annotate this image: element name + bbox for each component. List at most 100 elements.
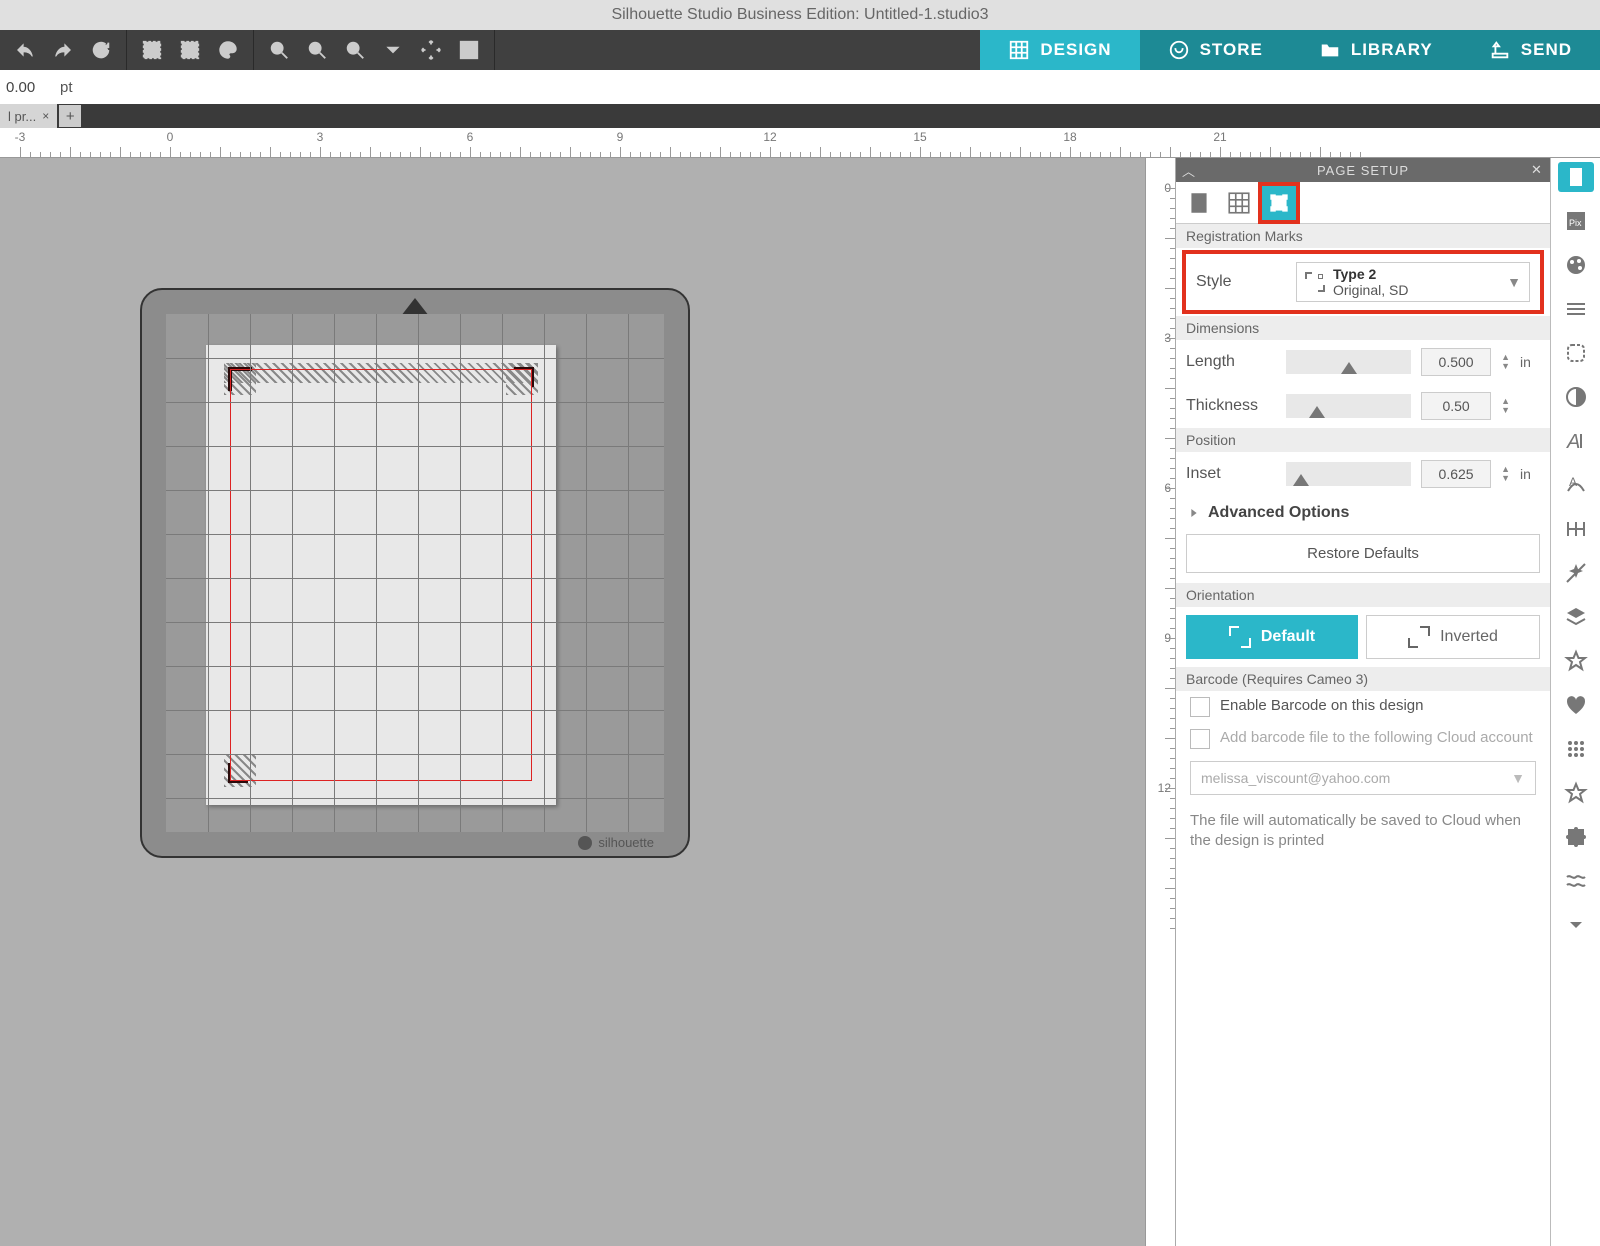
enable-barcode-checkbox[interactable] bbox=[1190, 697, 1210, 717]
svg-text:A: A bbox=[1569, 475, 1577, 489]
mat-grid bbox=[166, 314, 664, 832]
panel-close-icon[interactable]: ✕ bbox=[1524, 162, 1550, 178]
fill-palette-icon[interactable] bbox=[1558, 250, 1594, 280]
undo-icon[interactable] bbox=[12, 37, 38, 63]
inset-input[interactable] bbox=[1421, 460, 1491, 488]
panel-tab-page[interactable] bbox=[1182, 186, 1216, 220]
thickness-input[interactable] bbox=[1421, 392, 1491, 420]
orientation-inverted-icon bbox=[1408, 626, 1430, 648]
trace-icon[interactable] bbox=[1558, 338, 1594, 368]
tab-store[interactable]: STORE bbox=[1140, 30, 1291, 70]
cutting-mat: silhouette bbox=[140, 288, 690, 858]
inset-unit: in bbox=[1520, 466, 1540, 482]
select-all-icon[interactable] bbox=[139, 37, 165, 63]
section-position: Position bbox=[1176, 428, 1550, 452]
property-toolbar: pt bbox=[0, 70, 1600, 104]
workspace: silhouette 036912 ︿ PAGE SETUP ✕ Registr… bbox=[0, 158, 1600, 1246]
star-outline-icon[interactable] bbox=[1558, 646, 1594, 676]
svg-text:Pix: Pix bbox=[1569, 218, 1582, 228]
tab-design-label: DESIGN bbox=[1040, 40, 1111, 60]
length-spinner[interactable]: ▲▼ bbox=[1501, 353, 1510, 371]
panel-tab-grid[interactable] bbox=[1222, 186, 1256, 220]
page[interactable] bbox=[206, 345, 556, 805]
regmark-type-icon bbox=[1305, 272, 1325, 292]
section-orientation: Orientation bbox=[1176, 583, 1550, 607]
text-path-icon[interactable]: A bbox=[1558, 470, 1594, 500]
align-icon[interactable] bbox=[1558, 514, 1594, 544]
style-value-title: Type 2 bbox=[1333, 266, 1408, 282]
thickness-spinner[interactable]: ▲▼ bbox=[1501, 397, 1510, 415]
deselect-icon[interactable] bbox=[177, 37, 203, 63]
brand-dot-icon bbox=[578, 836, 592, 850]
page-setup-icon[interactable] bbox=[1558, 162, 1594, 192]
folder-icon bbox=[1319, 39, 1341, 61]
zoom-dropdown-icon[interactable] bbox=[380, 37, 406, 63]
mat-brand: silhouette bbox=[578, 835, 654, 850]
layers-icon[interactable] bbox=[1558, 602, 1594, 632]
redo-icon[interactable] bbox=[50, 37, 76, 63]
star-favorite-icon[interactable] bbox=[1558, 778, 1594, 808]
tab-design[interactable]: DESIGN bbox=[980, 30, 1139, 70]
add-tab-button[interactable]: + bbox=[59, 105, 81, 127]
line-style-icon[interactable] bbox=[1558, 294, 1594, 324]
contrast-icon[interactable] bbox=[1558, 382, 1594, 412]
panel-title: PAGE SETUP bbox=[1202, 163, 1524, 178]
scroll-down-icon[interactable] bbox=[1558, 910, 1594, 940]
refresh-icon[interactable] bbox=[88, 37, 114, 63]
section-barcode: Barcode (Requires Cameo 3) bbox=[1176, 667, 1550, 691]
advanced-options-toggle[interactable]: Advanced Options bbox=[1176, 496, 1550, 530]
stroke-width-input[interactable] bbox=[6, 79, 54, 96]
restore-defaults-button[interactable]: Restore Defaults bbox=[1186, 534, 1540, 573]
main-toolbar: DESIGN STORE LIBRARY SEND bbox=[0, 30, 1600, 70]
close-tab-icon[interactable]: × bbox=[42, 109, 49, 123]
text-style-icon[interactable]: A bbox=[1558, 426, 1594, 456]
thickness-slider[interactable] bbox=[1286, 394, 1411, 418]
inset-spinner[interactable]: ▲▼ bbox=[1501, 465, 1510, 483]
canvas-area[interactable]: silhouette bbox=[0, 158, 1175, 1246]
ruler-vertical: 036912 bbox=[1145, 158, 1175, 1246]
zoom-in-icon[interactable] bbox=[266, 37, 292, 63]
orientation-default-icon bbox=[1229, 626, 1251, 648]
section-registration-marks: Registration Marks bbox=[1176, 224, 1550, 248]
style-dropdown[interactable]: Type 2 Original, SD ▼ bbox=[1296, 262, 1530, 302]
cloud-account-dropdown[interactable]: melissa_viscount@yahoo.com ▼ bbox=[1190, 761, 1536, 795]
store-icon bbox=[1168, 39, 1190, 61]
cloud-barcode-checkbox[interactable] bbox=[1190, 729, 1210, 749]
orientation-inverted-button[interactable]: Inverted bbox=[1366, 615, 1540, 659]
svg-text:A: A bbox=[1566, 431, 1580, 453]
pixscan-icon[interactable]: Pix bbox=[1558, 206, 1594, 236]
length-input[interactable] bbox=[1421, 348, 1491, 376]
length-label: Length bbox=[1186, 353, 1276, 371]
unit-label: pt bbox=[60, 79, 73, 96]
puzzle-icon[interactable] bbox=[1558, 822, 1594, 852]
dropdown-caret-icon: ▼ bbox=[1511, 770, 1525, 786]
pan-icon[interactable] bbox=[418, 37, 444, 63]
style-label: Style bbox=[1196, 273, 1286, 291]
document-tab[interactable]: l pr... × bbox=[0, 104, 57, 128]
panel-tab-registration[interactable] bbox=[1262, 186, 1296, 220]
tab-send[interactable]: SEND bbox=[1461, 30, 1600, 70]
document-tab-label: l pr... bbox=[8, 109, 36, 124]
ruler-horizontal: -3036912151821 bbox=[0, 128, 1600, 158]
heart-icon[interactable] bbox=[1558, 690, 1594, 720]
sparkle-icon[interactable] bbox=[1558, 558, 1594, 588]
tab-library[interactable]: LIBRARY bbox=[1291, 30, 1461, 70]
fit-screen-icon[interactable] bbox=[456, 37, 482, 63]
inset-slider[interactable] bbox=[1286, 462, 1411, 486]
zoom-out-icon[interactable] bbox=[304, 37, 330, 63]
orientation-default-button[interactable]: Default bbox=[1186, 615, 1358, 659]
inset-label: Inset bbox=[1186, 465, 1276, 483]
cloud-note: The file will automatically be saved to … bbox=[1176, 801, 1550, 860]
enable-barcode-label: Enable Barcode on this design bbox=[1220, 697, 1423, 714]
thickness-label: Thickness bbox=[1186, 397, 1276, 415]
dots-icon[interactable] bbox=[1558, 734, 1594, 764]
length-unit: in bbox=[1520, 354, 1540, 370]
zoom-selection-icon[interactable] bbox=[342, 37, 368, 63]
tab-send-label: SEND bbox=[1521, 40, 1572, 60]
panel-collapse-icon[interactable]: ︿ bbox=[1176, 161, 1202, 180]
send-icon bbox=[1489, 39, 1511, 61]
length-slider[interactable] bbox=[1286, 350, 1411, 374]
wave-icon[interactable] bbox=[1558, 866, 1594, 896]
palette-icon[interactable] bbox=[215, 37, 241, 63]
document-tabstrip: l pr... × + bbox=[0, 104, 1600, 128]
